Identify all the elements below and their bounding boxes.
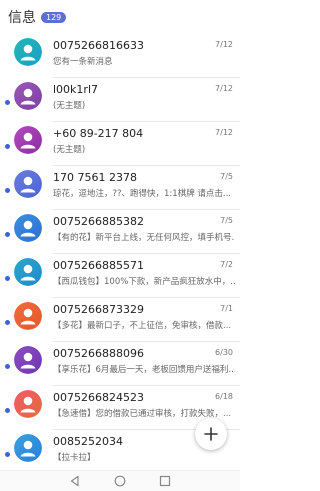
contact-avatar[interactable] bbox=[14, 258, 42, 286]
contact-name: 0075266816633 bbox=[53, 39, 144, 52]
message-date: 7/1 bbox=[220, 304, 233, 313]
message-preview: 您有一条新消息 bbox=[53, 57, 113, 67]
contact-name: l00k1rl7 bbox=[53, 83, 98, 96]
person-icon bbox=[14, 390, 42, 418]
contact-name: 0075266885382 bbox=[53, 215, 144, 228]
unread-dot bbox=[5, 232, 10, 237]
message-date: 7/5 bbox=[220, 172, 233, 181]
plus-icon bbox=[204, 427, 218, 441]
message-date: 7/12 bbox=[215, 128, 233, 137]
nav-home-button[interactable] bbox=[112, 473, 128, 489]
contact-avatar[interactable] bbox=[14, 170, 42, 198]
contact-avatar[interactable] bbox=[14, 214, 42, 242]
message-preview: (无主题) bbox=[53, 145, 86, 155]
contact-name: 170 7561 2378 bbox=[53, 171, 137, 184]
conversation-list: 0075266816633 7/12 您有一条新消息 l00k1rl7 7/12 (无主题… bbox=[0, 34, 240, 474]
unread-count-badge: 129 bbox=[41, 11, 67, 23]
system-navigation-bar bbox=[0, 470, 240, 491]
message-preview: 【西瓜钱包】100%下款，新产品疯狂放水中，... bbox=[53, 277, 235, 287]
conversation-item[interactable]: +60 89-217 804 7/12 (无主题) bbox=[0, 122, 240, 166]
person-icon bbox=[14, 346, 42, 374]
unread-dot bbox=[5, 320, 10, 325]
unread-dot bbox=[5, 452, 10, 457]
back-icon bbox=[70, 475, 79, 487]
message-date: 7/5 bbox=[220, 216, 233, 225]
unread-dot bbox=[5, 144, 10, 149]
message-preview: 琼花，逗地注，??、跑得快，1:1棋牌 请点击... bbox=[53, 189, 232, 199]
contact-avatar[interactable] bbox=[14, 434, 42, 462]
unread-dot bbox=[5, 188, 10, 193]
contact-avatar[interactable] bbox=[14, 302, 42, 330]
message-date: 6/30 bbox=[215, 348, 233, 357]
person-icon bbox=[14, 434, 42, 462]
conversation-item[interactable]: 0075266816633 7/12 您有一条新消息 bbox=[0, 34, 240, 78]
contact-avatar[interactable] bbox=[14, 346, 42, 374]
message-preview: 【有的花】新平台上线，无任何风控，填手机号... bbox=[53, 233, 235, 243]
person-icon bbox=[14, 82, 42, 110]
unread-dot bbox=[5, 100, 10, 105]
conversation-item[interactable]: 0075266888096 6/30 【享乐花】6月最后一天，老板回馈用户送福利..… bbox=[0, 342, 240, 386]
person-icon bbox=[14, 126, 42, 154]
new-message-button[interactable] bbox=[195, 418, 227, 450]
contact-avatar[interactable] bbox=[14, 390, 42, 418]
nav-recents-button[interactable] bbox=[157, 473, 173, 489]
unread-dot bbox=[5, 276, 10, 281]
contact-avatar[interactable] bbox=[14, 38, 42, 66]
app-header: 信息 129 bbox=[0, 0, 240, 34]
person-icon bbox=[14, 214, 42, 242]
contact-name: 0075266824523 bbox=[53, 391, 144, 404]
conversation-item[interactable]: 170 7561 2378 7/5 琼花，逗地注，??、跑得快，1:1棋牌 请点击.… bbox=[0, 166, 240, 210]
unread-dot bbox=[5, 364, 10, 369]
person-icon bbox=[14, 38, 42, 66]
contact-name: 0075266885571 bbox=[53, 259, 144, 272]
contact-avatar[interactable] bbox=[14, 82, 42, 110]
message-date: 6/18 bbox=[215, 392, 233, 401]
person-icon bbox=[14, 170, 42, 198]
contact-name: 0075266873329 bbox=[53, 303, 144, 316]
conversation-item[interactable]: 0075266885382 7/5 【有的花】新平台上线，无任何风控，填手机号... bbox=[0, 210, 240, 254]
conversation-item[interactable]: 0075266885571 7/2 【西瓜钱包】100%下款，新产品疯狂放水中，..… bbox=[0, 254, 240, 298]
page-title: 信息 bbox=[8, 10, 36, 26]
message-preview: 【享乐花】6月最后一天，老板回馈用户送福利... bbox=[53, 365, 235, 375]
message-date: 7/12 bbox=[215, 84, 233, 93]
person-icon bbox=[14, 258, 42, 286]
recents-icon bbox=[160, 475, 171, 487]
message-preview: 【拉卡拉】 bbox=[53, 453, 96, 463]
contact-name: +60 89-217 804 bbox=[53, 127, 144, 140]
message-preview: 【多花】最新口子，不上征信，免审核，借款... bbox=[53, 321, 232, 331]
contact-name: 0075266888096 bbox=[53, 347, 144, 360]
contact-avatar[interactable] bbox=[14, 126, 42, 154]
nav-back-button[interactable] bbox=[67, 473, 83, 489]
conversation-item[interactable]: 0075266873329 7/1 【多花】最新口子，不上征信，免审核，借款... bbox=[0, 298, 240, 342]
conversation-item[interactable]: l00k1rl7 7/12 (无主题) bbox=[0, 78, 240, 122]
message-date: 7/2 bbox=[220, 260, 233, 269]
message-preview: (无主题) bbox=[53, 101, 86, 111]
home-icon bbox=[114, 475, 126, 487]
contact-name: 0085252034 bbox=[53, 435, 123, 448]
unread-dot bbox=[5, 408, 10, 413]
message-date: 7/12 bbox=[215, 40, 233, 49]
person-icon bbox=[14, 302, 42, 330]
